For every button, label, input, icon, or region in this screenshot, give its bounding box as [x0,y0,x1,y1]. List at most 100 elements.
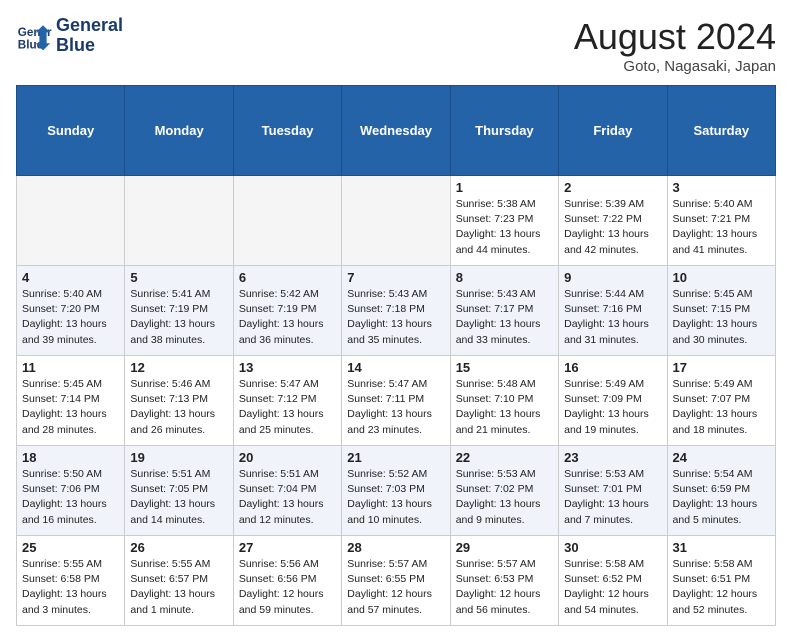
header-row: SundayMondayTuesdayWednesdayThursdayFrid… [17,86,776,176]
calendar-cell [342,176,450,266]
calendar-cell [233,176,341,266]
cell-info: Sunrise: 5:40 AM Sunset: 7:20 PM Dayligh… [22,287,119,348]
svg-text:General: General [18,26,52,39]
calendar-cell: 16 Sunrise: 5:49 AM Sunset: 7:09 PM Dayli… [559,356,667,446]
calendar-cell [125,176,233,266]
day-number: 11 [22,360,119,375]
calendar-cell: 6Sunrise: 5:42 AM Sunset: 7:19 PM Daylig… [233,266,341,356]
calendar-cell: 24 Sunrise: 5:54 AM Sunset: 6:59 PM Dayli… [667,446,775,536]
calendar-cell: 13 Sunrise: 5:47 AM Sunset: 7:12 PM Dayli… [233,356,341,446]
day-number: 16 [564,360,661,375]
day-number: 26 [130,540,227,555]
calendar-cell: 26Sunrise: 5:55 AM Sunset: 6:57 PM Dayli… [125,536,233,626]
day-number: 21 [347,450,444,465]
calendar-cell: 12 Sunrise: 5:46 AM Sunset: 7:13 PM Dayli… [125,356,233,446]
day-number: 8 [456,270,553,285]
cell-info: Sunrise: 5:54 AM Sunset: 6:59 PM Dayligh… [673,467,770,528]
col-header-saturday: Saturday [667,86,775,176]
calendar-cell: 3Sunrise: 5:40 AM Sunset: 7:21 PM Daylig… [667,176,775,266]
col-header-thursday: Thursday [450,86,558,176]
calendar-cell: 10Sunrise: 5:45 AM Sunset: 7:15 PM Dayli… [667,266,775,356]
week-row-4: 18Sunrise: 5:50 AM Sunset: 7:06 PM Dayli… [17,446,776,536]
calendar-cell: 27 Sunrise: 5:56 AM Sunset: 6:56 PM Dayli… [233,536,341,626]
week-row-5: 25Sunrise: 5:55 AM Sunset: 6:58 PM Dayli… [17,536,776,626]
page-header: General Blue General Blue August 2024 Go… [16,16,776,75]
day-number: 4 [22,270,119,285]
cell-info: Sunrise: 5:41 AM Sunset: 7:19 PM Dayligh… [130,287,227,348]
calendar-cell: 2Sunrise: 5:39 AM Sunset: 7:22 PM Daylig… [559,176,667,266]
cell-info: Sunrise: 5:51 AM Sunset: 7:04 PM Dayligh… [239,467,336,528]
logo-text-line2: Blue [56,36,123,56]
day-number: 19 [130,450,227,465]
calendar-table: SundayMondayTuesdayWednesdayThursdayFrid… [16,85,776,626]
calendar-cell: 7 Sunrise: 5:43 AM Sunset: 7:18 PM Daylig… [342,266,450,356]
day-number: 23 [564,450,661,465]
day-number: 30 [564,540,661,555]
calendar-cell: 21 Sunrise: 5:52 AM Sunset: 7:03 PM Dayli… [342,446,450,536]
day-number: 7 [347,270,444,285]
day-number: 20 [239,450,336,465]
logo-text-line1: General [56,16,123,36]
week-row-1: 1Sunrise: 5:38 AM Sunset: 7:23 PM Daylig… [17,176,776,266]
day-number: 2 [564,180,661,195]
cell-info: Sunrise: 5:43 AM Sunset: 7:17 PM Dayligh… [456,287,553,348]
logo: General Blue General Blue [16,16,123,56]
day-number: 14 [347,360,444,375]
cell-info: Sunrise: 5:53 AM Sunset: 7:01 PM Dayligh… [564,467,661,528]
cell-info: Sunrise: 5:43 AM Sunset: 7:18 PM Dayligh… [347,287,444,348]
cell-info: Sunrise: 5:49 AM Sunset: 7:07 PM Dayligh… [673,377,770,438]
month-title: August 2024 [574,16,776,58]
cell-info: Sunrise: 5:46 AM Sunset: 7:13 PM Dayligh… [130,377,227,438]
location: Goto, Nagasaki, Japan [574,58,776,75]
day-number: 9 [564,270,661,285]
day-number: 17 [673,360,770,375]
cell-info: Sunrise: 5:40 AM Sunset: 7:21 PM Dayligh… [673,197,770,258]
day-number: 12 [130,360,227,375]
calendar-cell: 4 Sunrise: 5:40 AM Sunset: 7:20 PM Daylig… [17,266,125,356]
calendar-cell: 29Sunrise: 5:57 AM Sunset: 6:53 PM Dayli… [450,536,558,626]
week-row-2: 4 Sunrise: 5:40 AM Sunset: 7:20 PM Daylig… [17,266,776,356]
cell-info: Sunrise: 5:55 AM Sunset: 6:58 PM Dayligh… [22,557,119,618]
calendar-cell [17,176,125,266]
calendar-cell: 11 Sunrise: 5:45 AM Sunset: 7:14 PM Dayli… [17,356,125,446]
day-number: 31 [673,540,770,555]
calendar-cell: 19Sunrise: 5:51 AM Sunset: 7:05 PM Dayli… [125,446,233,536]
calendar-cell: 18Sunrise: 5:50 AM Sunset: 7:06 PM Dayli… [17,446,125,536]
day-number: 18 [22,450,119,465]
col-header-wednesday: Wednesday [342,86,450,176]
day-number: 1 [456,180,553,195]
day-number: 6 [239,270,336,285]
cell-info: Sunrise: 5:45 AM Sunset: 7:14 PM Dayligh… [22,377,119,438]
day-number: 15 [456,360,553,375]
week-row-3: 11 Sunrise: 5:45 AM Sunset: 7:14 PM Dayli… [17,356,776,446]
calendar-cell: 17 Sunrise: 5:49 AM Sunset: 7:07 PM Dayli… [667,356,775,446]
cell-info: Sunrise: 5:45 AM Sunset: 7:15 PM Dayligh… [673,287,770,348]
cell-info: Sunrise: 5:49 AM Sunset: 7:09 PM Dayligh… [564,377,661,438]
day-number: 28 [347,540,444,555]
day-number: 22 [456,450,553,465]
cell-info: Sunrise: 5:52 AM Sunset: 7:03 PM Dayligh… [347,467,444,528]
cell-info: Sunrise: 5:56 AM Sunset: 6:56 PM Dayligh… [239,557,336,618]
calendar-cell: 15 Sunrise: 5:48 AM Sunset: 7:10 PM Dayli… [450,356,558,446]
day-number: 13 [239,360,336,375]
cell-info: Sunrise: 5:58 AM Sunset: 6:51 PM Dayligh… [673,557,770,618]
day-number: 24 [673,450,770,465]
calendar-cell: 8 Sunrise: 5:43 AM Sunset: 7:17 PM Daylig… [450,266,558,356]
calendar-cell: 23 Sunrise: 5:53 AM Sunset: 7:01 PM Dayli… [559,446,667,536]
day-number: 27 [239,540,336,555]
cell-info: Sunrise: 5:44 AM Sunset: 7:16 PM Dayligh… [564,287,661,348]
calendar-cell: 25Sunrise: 5:55 AM Sunset: 6:58 PM Dayli… [17,536,125,626]
day-number: 29 [456,540,553,555]
title-block: August 2024 Goto, Nagasaki, Japan [574,16,776,75]
cell-info: Sunrise: 5:48 AM Sunset: 7:10 PM Dayligh… [456,377,553,438]
col-header-monday: Monday [125,86,233,176]
calendar-cell: 22Sunrise: 5:53 AM Sunset: 7:02 PM Dayli… [450,446,558,536]
calendar-cell: 5Sunrise: 5:41 AM Sunset: 7:19 PM Daylig… [125,266,233,356]
calendar-cell: 20 Sunrise: 5:51 AM Sunset: 7:04 PM Dayli… [233,446,341,536]
calendar-cell: 14Sunrise: 5:47 AM Sunset: 7:11 PM Dayli… [342,356,450,446]
calendar-cell: 31 Sunrise: 5:58 AM Sunset: 6:51 PM Dayli… [667,536,775,626]
cell-info: Sunrise: 5:47 AM Sunset: 7:12 PM Dayligh… [239,377,336,438]
calendar-cell: 1Sunrise: 5:38 AM Sunset: 7:23 PM Daylig… [450,176,558,266]
cell-info: Sunrise: 5:58 AM Sunset: 6:52 PM Dayligh… [564,557,661,618]
calendar-cell: 30 Sunrise: 5:58 AM Sunset: 6:52 PM Dayli… [559,536,667,626]
